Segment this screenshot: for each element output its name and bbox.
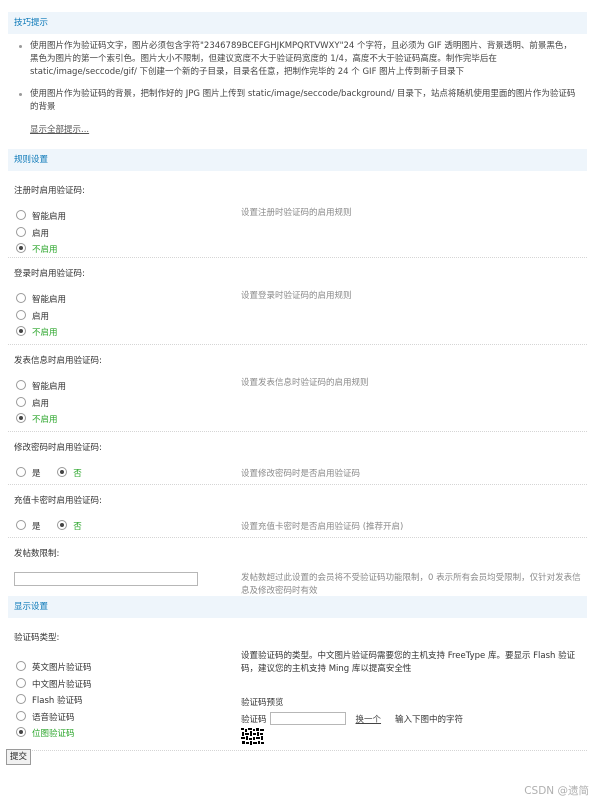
captcha-hint: 输入下图中的字符 xyxy=(395,715,464,725)
radio-flash[interactable]: Flash 验证码 xyxy=(16,693,236,710)
radio-enable[interactable]: 启用 xyxy=(16,396,236,413)
tip-text: 使用图片作为验证码的背景，把制作好的 JPG 图片上传到 static/imag… xyxy=(30,89,576,112)
show-all-tips-link[interactable]: 显示全部提示... xyxy=(30,123,89,135)
radio-circle-icon xyxy=(16,396,26,407)
radio-smart[interactable]: 智能启用 xyxy=(16,379,236,396)
display-section-header: 显示设置 xyxy=(8,596,587,618)
radio-selected-icon xyxy=(57,520,68,530)
row-title: 登录时启用验证码: xyxy=(14,269,85,279)
radio-selected-icon xyxy=(57,467,68,477)
row-title: 注册时启用验证码: xyxy=(14,186,85,196)
tip-text: 使用图片作为验证码文字，图片必须包含字符"2346789BCEFGHJKMPQR… xyxy=(30,41,572,77)
tip-item: 使用图片作为验证码文字，图片必须包含字符"2346789BCEFGHJKMPQR… xyxy=(8,40,587,79)
radio-chinese-image[interactable]: 中文图片验证码 xyxy=(16,677,236,694)
row-description: 发帖数超过此设置的会员将不受验证码功能限制，0 表示所有会员均受限制，仅针对发表… xyxy=(241,573,581,596)
radio-yes[interactable]: 是 xyxy=(16,466,41,483)
row-title: 发表信息时启用验证码: xyxy=(14,356,102,366)
row-description: 设置充值卡密时是否启用验证码 (推荐开启) xyxy=(241,522,404,532)
refresh-captcha-link[interactable]: 换一个 xyxy=(356,715,382,725)
register-captcha-row: 注册时启用验证码: 智能启用 启用 不启用 设置注册时验证码的启用规则 xyxy=(8,175,587,258)
radio-no[interactable]: 否 xyxy=(57,466,82,483)
post-limit-row: 发帖数限制: 发帖数超过此设置的会员将不受验证码功能限制，0 表示所有会员均受限… xyxy=(8,538,587,596)
bullet-icon xyxy=(19,45,22,48)
radio-disable[interactable]: 不启用 xyxy=(16,412,236,429)
radio-disable[interactable]: 不启用 xyxy=(16,242,236,259)
recharge-captcha-row: 充值卡密时启用验证码: 是 否 设置充值卡密时是否启用验证码 (推荐开启) xyxy=(8,485,587,538)
radio-yes[interactable]: 是 xyxy=(16,519,41,536)
row-description: 设置验证码的类型。中文图片验证码需要您的主机支持 FreeType 库。要显示 … xyxy=(241,651,576,674)
submit-button[interactable]: 提交 xyxy=(6,749,32,765)
radio-selected-icon xyxy=(16,326,26,336)
post-limit-input[interactable] xyxy=(14,572,198,586)
bullet-icon xyxy=(19,93,22,96)
radio-circle-icon xyxy=(16,210,26,220)
captcha-input[interactable] xyxy=(269,712,346,725)
row-title: 充值卡密时启用验证码: xyxy=(14,496,102,506)
radio-selected-icon xyxy=(16,243,26,253)
radio-circle-icon xyxy=(16,710,26,721)
password-captcha-row: 修改密码时启用验证码: 是 否 设置修改密码时是否启用验证码 xyxy=(8,432,587,485)
radio-circle-icon xyxy=(16,380,26,390)
radio-circle-icon xyxy=(16,661,26,671)
row-description: 设置修改密码时是否启用验证码 xyxy=(241,469,361,479)
captcha-image[interactable] xyxy=(241,728,264,745)
radio-selected-icon xyxy=(16,727,26,737)
row-description: 设置登录时验证码的启用规则 xyxy=(241,291,352,301)
captcha-preview-title: 验证码预览 xyxy=(241,698,284,708)
radio-circle-icon xyxy=(16,694,26,704)
row-title: 验证码类型: xyxy=(14,633,60,643)
watermark: CSDN @遗简 xyxy=(524,785,589,797)
row-description: 设置注册时验证码的启用规则 xyxy=(241,208,352,218)
captcha-type-row: 验证码类型: 英文图片验证码 中文图片验证码 Flash 验证码 语音验证码 位… xyxy=(8,622,587,751)
radio-disable[interactable]: 不启用 xyxy=(16,325,236,342)
row-description: 设置发表信息时验证码的启用规则 xyxy=(241,378,369,388)
radio-circle-icon xyxy=(16,309,26,320)
radio-english-image[interactable]: 英文图片验证码 xyxy=(16,660,236,677)
rules-section-header: 规则设置 xyxy=(8,149,587,171)
login-captcha-row: 登录时启用验证码: 智能启用 启用 不启用 设置登录时验证码的启用规则 xyxy=(8,258,587,345)
captcha-preview-line: 验证码 换一个 输入下图中的字符 xyxy=(241,712,463,725)
radio-circle-icon xyxy=(16,226,26,237)
post-captcha-row: 发表信息时启用验证码: 智能启用 启用 不启用 设置发表信息时验证码的启用规则 xyxy=(8,345,587,432)
radio-smart[interactable]: 智能启用 xyxy=(16,292,236,309)
radio-bitmap[interactable]: 位图验证码 xyxy=(16,726,236,743)
radio-circle-icon xyxy=(16,520,26,530)
tip-item: 使用图片作为验证码的背景，把制作好的 JPG 图片上传到 static/imag… xyxy=(8,88,587,114)
captcha-label: 验证码 xyxy=(241,715,267,725)
radio-audio[interactable]: 语音验证码 xyxy=(16,710,236,727)
radio-smart[interactable]: 智能启用 xyxy=(16,209,236,226)
tips-section-header: 技巧提示 xyxy=(8,12,587,34)
radio-enable[interactable]: 启用 xyxy=(16,309,236,326)
radio-circle-icon xyxy=(16,467,26,477)
radio-selected-icon xyxy=(16,413,26,423)
row-title: 发帖数限制: xyxy=(14,549,60,559)
radio-enable[interactable]: 启用 xyxy=(16,226,236,243)
radio-circle-icon xyxy=(16,293,26,303)
tips-list: 使用图片作为验证码文字，图片必须包含字符"2346789BCEFGHJKMPQR… xyxy=(8,38,587,149)
radio-no[interactable]: 否 xyxy=(57,519,82,536)
row-title: 修改密码时启用验证码: xyxy=(14,443,102,453)
radio-circle-icon xyxy=(16,677,26,688)
settings-page: 技巧提示 使用图片作为验证码文字，图片必须包含字符"2346789BCEFGHJ… xyxy=(8,12,587,751)
